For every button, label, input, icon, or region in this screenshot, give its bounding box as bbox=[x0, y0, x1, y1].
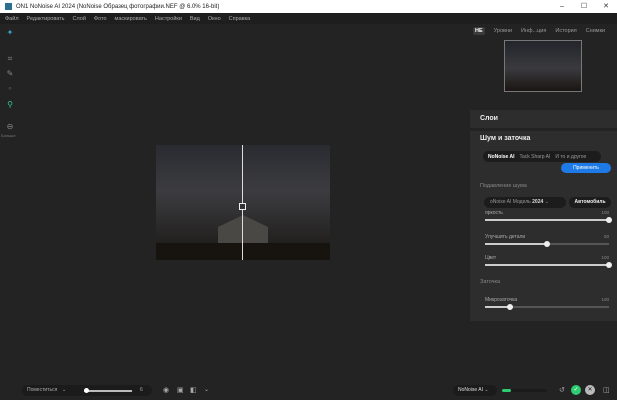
slider-fill bbox=[485, 264, 609, 266]
crop-icon[interactable]: ⌗ bbox=[4, 54, 16, 64]
fit-chevron-icon[interactable]: ⌄ bbox=[62, 385, 66, 396]
slider-knob[interactable] bbox=[606, 262, 612, 268]
zoom-slider[interactable] bbox=[84, 390, 132, 392]
minimize-button[interactable]: – bbox=[551, 0, 573, 13]
maximize-button[interactable]: ☐ bbox=[573, 0, 595, 13]
slider-knob[interactable] bbox=[606, 217, 612, 223]
slider-track[interactable] bbox=[485, 264, 609, 266]
menu-edit[interactable]: Редактировать bbox=[27, 16, 65, 22]
segment-both[interactable]: И то и другое bbox=[555, 154, 586, 160]
navigator-thumbnail[interactable] bbox=[504, 40, 582, 92]
fit-dropdown[interactable]: Поместиться bbox=[27, 387, 57, 393]
preview-eye-icon[interactable]: ◉ bbox=[163, 386, 169, 395]
reset-icon[interactable]: ↺ bbox=[559, 386, 565, 395]
app-logo-icon[interactable]: ✦ bbox=[4, 28, 16, 38]
noise-tool-icon[interactable]: ⚲ bbox=[4, 100, 16, 110]
menu-photo[interactable]: Фото bbox=[94, 16, 107, 22]
auto-button[interactable]: Автомобиль bbox=[569, 197, 611, 208]
zoom-control: Поместиться ⌄ 6 bbox=[22, 385, 152, 396]
menu-file[interactable]: Файл bbox=[5, 16, 19, 22]
right-panel: НЕ Уровни Инф...ция История Снимки Слои … bbox=[470, 24, 617, 324]
slider-value: 100 bbox=[601, 255, 609, 260]
layers-section[interactable]: Слои bbox=[470, 110, 617, 128]
slider-fill bbox=[485, 243, 547, 245]
model-dropdown[interactable]: oNoise AI Модель 2024 ⌄ bbox=[484, 197, 566, 208]
tab-info[interactable]: Инф...ция bbox=[521, 28, 546, 34]
progress-bar bbox=[502, 389, 547, 392]
apply-button[interactable]: Применить bbox=[561, 163, 611, 173]
noise-sharpen-panel: Шум и заточка NoNoise AI Tack Sharp AI И… bbox=[470, 131, 617, 321]
divider-handle[interactable] bbox=[239, 203, 246, 210]
panel-title: Шум и заточка bbox=[480, 135, 530, 142]
zoom-slider-knob[interactable] bbox=[84, 388, 89, 393]
menu-layer[interactable]: Слой bbox=[73, 16, 86, 22]
menu-settings[interactable]: Настройки bbox=[155, 16, 182, 22]
bottom-bar: Поместиться ⌄ 6 ◉ ▣ ◧ ⌄ NoNoise AI ⌄ ↺ ✓… bbox=[0, 383, 617, 398]
ground bbox=[156, 243, 330, 260]
cancel-button[interactable]: ✕ bbox=[585, 385, 595, 395]
mask-icon[interactable]: ⚬ bbox=[4, 84, 16, 94]
done-button[interactable]: ✓ bbox=[571, 385, 581, 395]
mode-label: NoNoise AI bbox=[458, 387, 483, 393]
slider-label: Микрозаточка bbox=[485, 297, 517, 303]
progress-fill bbox=[502, 389, 511, 392]
slider-track[interactable] bbox=[485, 306, 609, 308]
compare-icon[interactable]: ▣ bbox=[177, 386, 184, 395]
title-bar: ON1 NoNoise AI 2024 (NoNoise Образец фот… bbox=[0, 0, 617, 13]
slider-value: 50 bbox=[604, 234, 609, 239]
menu-help[interactable]: Справка bbox=[229, 16, 251, 22]
slider-label: Цвет bbox=[485, 255, 496, 261]
view-chevron-icon[interactable]: ⌄ bbox=[204, 386, 209, 395]
menu-mask[interactable]: маскировать bbox=[115, 16, 147, 22]
slider-label: Улучшить детали bbox=[485, 234, 525, 240]
slider-knob[interactable] bbox=[507, 304, 513, 310]
retouch-brush-icon[interactable]: ✎ bbox=[4, 69, 16, 79]
left-toolbar: ✦ ⌗ ✎ ⚬ ⚲ ⊖ Больше bbox=[0, 24, 20, 384]
zoom-value: 6 bbox=[140, 385, 143, 396]
split-view-icon[interactable]: ◧ bbox=[190, 386, 197, 395]
mode-dropdown[interactable]: NoNoise AI ⌄ bbox=[453, 385, 497, 396]
more-label: Больше bbox=[1, 133, 16, 138]
segment-tacksharp[interactable]: Tack Sharp AI bbox=[519, 154, 550, 160]
model-value: 2024 bbox=[532, 199, 543, 205]
toggle-panel-icon[interactable]: ◫ bbox=[603, 386, 610, 395]
window-title: ON1 NoNoise AI 2024 (NoNoise Образец фот… bbox=[16, 4, 219, 10]
slider-value: 100 bbox=[601, 210, 609, 215]
close-button[interactable]: ✕ bbox=[595, 0, 617, 13]
tab-levels[interactable]: Уровни bbox=[494, 28, 512, 34]
tab-snapshots[interactable]: Снимки bbox=[586, 28, 605, 34]
panel-tabs: НЕ Уровни Инф...ция История Снимки bbox=[470, 24, 617, 38]
menu-view[interactable]: Вид bbox=[190, 16, 200, 22]
slider-track[interactable] bbox=[485, 219, 609, 221]
noise-heading: Подавление шума bbox=[480, 183, 527, 189]
sharpen-heading: Заточка bbox=[480, 279, 500, 285]
menu-bar: Файл Редактировать Слой Фото маскировать… bbox=[0, 13, 617, 24]
model-label: oNoise AI Модель bbox=[490, 199, 531, 205]
tab-history[interactable]: История bbox=[555, 28, 576, 34]
segment-nonoise[interactable]: NoNoise AI bbox=[488, 154, 514, 160]
slider-label: яркость bbox=[485, 210, 503, 216]
slider-fill bbox=[485, 219, 609, 221]
app-icon bbox=[5, 3, 12, 10]
barn-image bbox=[218, 215, 268, 245]
more-icon[interactable]: ⊖ bbox=[4, 122, 16, 132]
menu-window[interactable]: Окно bbox=[208, 16, 221, 22]
slider-knob[interactable] bbox=[544, 241, 550, 247]
mode-segmented-control: NoNoise AI Tack Sharp AI И то и другое bbox=[483, 151, 601, 162]
tab-navigator[interactable]: НЕ bbox=[473, 27, 485, 35]
slider-value: 100 bbox=[601, 297, 609, 302]
